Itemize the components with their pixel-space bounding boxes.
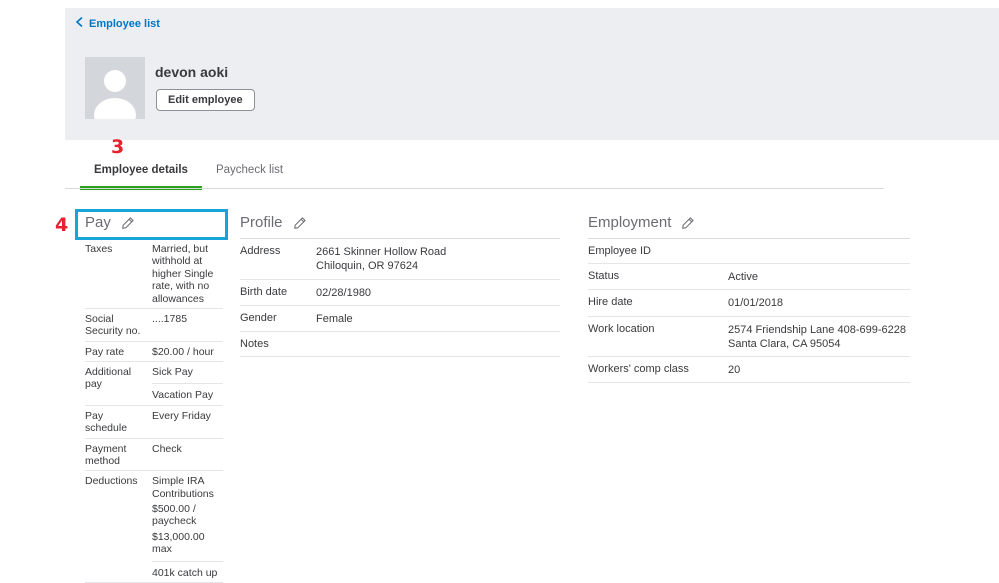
pencil-icon[interactable] [681, 216, 695, 230]
pay-row-additional-pay: Additional pay Sick Pay Vacation Pay [85, 362, 223, 406]
employment-row-status: Status Active [588, 264, 910, 290]
field-label: Birth date [240, 286, 311, 300]
field-label: Additional pay [85, 366, 147, 402]
pay-row-pay-schedule: Pay schedule Every Friday [85, 406, 223, 439]
field-value: Simple IRA Contributions $500.00 / paych… [152, 475, 223, 579]
field-value: ....1785 [152, 313, 223, 338]
tab-bar: Employee details Paycheck list [80, 153, 297, 190]
profile-section-header: Profile [240, 212, 560, 239]
person-icon [104, 70, 126, 92]
tab-paycheck-list[interactable]: Paycheck list [202, 153, 297, 190]
field-value-line: $500.00 / paycheck [152, 503, 223, 528]
field-value [316, 338, 560, 351]
field-value-line: Vacation Pay [152, 389, 223, 401]
field-value: 2661 Skinner Hollow Road Chiloquin, OR 9… [316, 245, 560, 274]
employment-row-hire-date: Hire date 01/01/2018 [588, 290, 910, 316]
chevron-left-icon [75, 17, 83, 30]
field-label: Taxes [85, 243, 147, 305]
field-value-line: 401k catch up [152, 567, 223, 579]
field-value: $20.00 / hour [152, 346, 223, 358]
profile-row-birth-date: Birth date 02/28/1980 [240, 280, 560, 306]
employment-section-header: Employment [588, 212, 910, 239]
field-value [728, 245, 910, 258]
tab-employee-details[interactable]: Employee details [80, 153, 202, 190]
annotation-step-3: 3 [111, 136, 124, 158]
tab-divider [65, 188, 884, 189]
field-value: Female [316, 312, 560, 326]
field-label: Status [588, 270, 723, 284]
pay-section-title: Pay [85, 214, 111, 231]
field-label: Pay rate [85, 346, 147, 358]
employee-name: devon aoki [155, 64, 228, 80]
field-value: Active [728, 270, 910, 284]
employee-details-content: 4 Pay Taxes Married, but withhold at hig… [0, 200, 999, 562]
profile-section: Profile Address 2661 Skinner Hollow Road… [240, 212, 560, 357]
pay-row-pay-rate: Pay rate $20.00 / hour [85, 342, 223, 362]
pencil-icon[interactable] [121, 216, 135, 230]
profile-section-title: Profile [240, 214, 283, 231]
field-label: Social Security no. [85, 313, 147, 338]
field-value: 01/01/2018 [728, 296, 910, 310]
annotation-step-4: 4 [55, 214, 68, 236]
page-header: Employee list devon aoki Edit employee [65, 8, 999, 140]
field-value-line: Chiloquin, OR 97624 [316, 259, 560, 273]
field-value: Check [152, 443, 223, 468]
field-value-line: $13,000.00 max [152, 531, 223, 556]
field-value-line: Simple IRA Contributions [152, 475, 223, 500]
pay-row-deductions: Deductions Simple IRA Contributions $500… [85, 471, 223, 583]
pay-row-taxes: Taxes Married, but withhold at higher Si… [85, 239, 223, 309]
field-label: Address [240, 245, 311, 274]
avatar [85, 57, 145, 119]
field-value-line: Santa Clara, CA 95054 [728, 337, 910, 351]
field-value-line: 2661 Skinner Hollow Road [316, 245, 560, 259]
field-label: Pay schedule [85, 410, 147, 435]
field-value: 2574 Friendship Lane 408-699-6228 Santa … [728, 323, 910, 352]
edit-employee-button[interactable]: Edit employee [156, 89, 255, 111]
field-label: Employee ID [588, 245, 723, 258]
field-label: Payment method [85, 443, 147, 468]
pay-section: 4 Pay Taxes Married, but withhold at hig… [85, 212, 223, 583]
field-value: Every Friday [152, 410, 223, 435]
employment-row-workers-comp-class: Workers' comp class 20 [588, 357, 910, 383]
profile-row-notes: Notes [240, 332, 560, 357]
back-to-employee-list-link[interactable]: Employee list [75, 17, 160, 30]
pay-section-header: Pay [85, 212, 223, 239]
back-link-label: Employee list [89, 18, 160, 30]
pencil-icon[interactable] [293, 216, 307, 230]
profile-row-address: Address 2661 Skinner Hollow Road Chiloqu… [240, 239, 560, 280]
employment-section-title: Employment [588, 214, 671, 231]
field-value-line: 2574 Friendship Lane 408-699-6228 [728, 323, 910, 337]
pay-row-payment-method: Payment method Check [85, 439, 223, 472]
pay-row-social-security: Social Security no. ....1785 [85, 309, 223, 342]
field-label: Notes [240, 338, 311, 351]
employment-row-employee-id: Employee ID [588, 239, 910, 264]
field-label: Work location [588, 323, 723, 352]
field-value: 02/28/1980 [316, 286, 560, 300]
field-value: 20 [728, 363, 910, 377]
field-label: Gender [240, 312, 311, 326]
field-value-line: Sick Pay [152, 366, 223, 378]
field-value: Married, but withhold at higher Single r… [152, 243, 223, 305]
field-label: Hire date [588, 296, 723, 310]
employment-row-work-location: Work location 2574 Friendship Lane 408-6… [588, 317, 910, 358]
field-value: Sick Pay Vacation Pay [152, 366, 223, 402]
field-label: Workers' comp class [588, 363, 723, 377]
employment-section: Employment Employee ID Status Active Hir… [588, 212, 910, 383]
field-label: Deductions [85, 475, 147, 579]
profile-row-gender: Gender Female [240, 306, 560, 332]
